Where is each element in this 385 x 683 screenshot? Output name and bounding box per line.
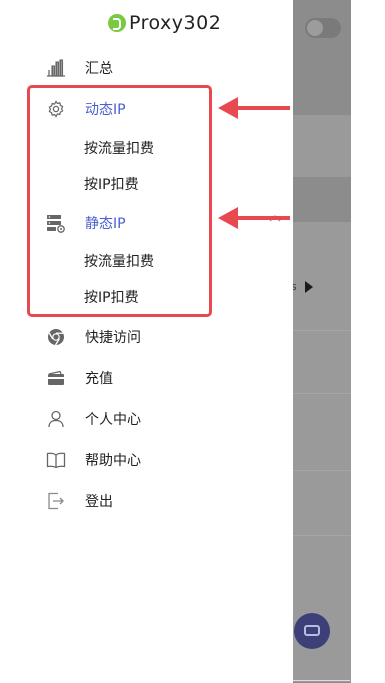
menu-item-profile[interactable]: 个人中心 — [46, 406, 141, 432]
menu-label: 快捷访问 — [85, 330, 141, 346]
background-panel — [293, 222, 351, 682]
menu-label: 汇总 — [85, 61, 113, 77]
menu-item-help[interactable]: 帮助中心 — [46, 447, 141, 473]
chat-button[interactable] — [294, 613, 330, 649]
background-text: s — [293, 280, 297, 293]
arrow-line — [236, 216, 290, 220]
background-card — [293, 115, 351, 177]
logout-icon — [46, 491, 66, 511]
bar-chart-icon — [46, 58, 66, 78]
wallet-icon — [46, 368, 66, 388]
chat-icon — [304, 625, 320, 636]
arrow-line — [236, 106, 290, 110]
menu-item-overview[interactable]: 汇总 — [46, 55, 113, 81]
arrow-icon — [218, 207, 238, 229]
play-icon — [305, 281, 313, 293]
dimmed-background[interactable]: s — [293, 0, 351, 683]
arrow-icon — [218, 97, 238, 119]
menu-label: 充值 — [85, 371, 113, 387]
highlight-box — [27, 85, 212, 317]
menu-item-logout[interactable]: 登出 — [46, 488, 113, 514]
brand-name: Proxy302 — [129, 12, 222, 34]
brand-logo[interactable]: Proxy302 — [108, 12, 221, 34]
menu-label: 帮助中心 — [85, 453, 141, 469]
logo-icon — [108, 14, 126, 32]
menu-item-recharge[interactable]: 充值 — [46, 365, 113, 391]
menu-label: 登出 — [85, 494, 113, 510]
chrome-icon — [46, 327, 66, 347]
book-icon — [46, 450, 66, 470]
menu-label: 个人中心 — [85, 412, 141, 428]
background-toggle — [305, 18, 341, 38]
user-icon — [46, 409, 66, 429]
menu-item-quick-access[interactable]: 快捷访问 — [46, 324, 141, 350]
